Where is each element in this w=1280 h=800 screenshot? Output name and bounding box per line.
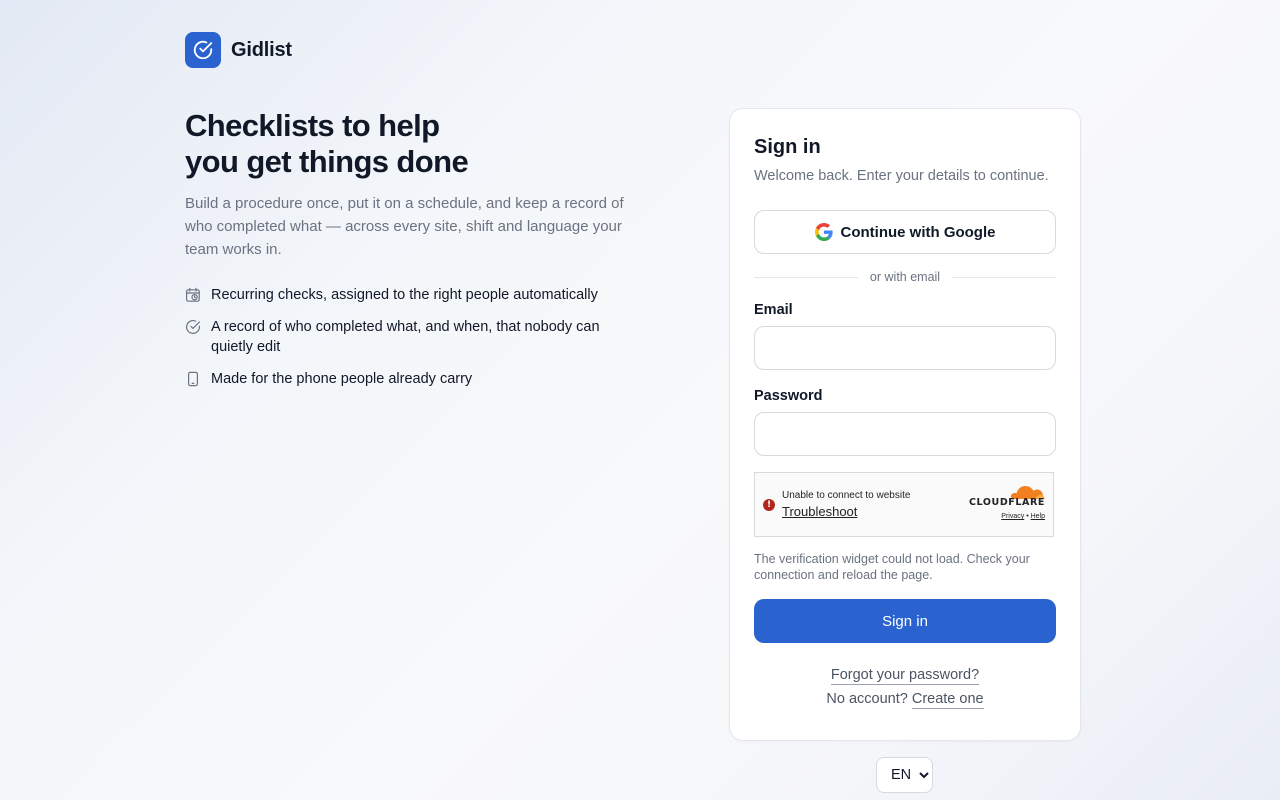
google-signin-label: Continue with Google bbox=[840, 223, 996, 241]
feature-item: Made for the phone people already carry bbox=[185, 369, 645, 389]
hero-title-line2: you get things done bbox=[185, 144, 469, 179]
calendar-clock-icon bbox=[186, 287, 200, 302]
forgot-password-link[interactable]: Forgot your password? bbox=[830, 667, 980, 685]
password-field[interactable] bbox=[754, 412, 1056, 456]
feature-text: Made for the phone people already carry bbox=[211, 371, 473, 387]
feature-item: Recurring checks, assigned to the right … bbox=[185, 285, 645, 305]
email-field[interactable] bbox=[754, 326, 1056, 370]
feature-item: A record of who completed what, and when… bbox=[185, 317, 645, 357]
divider-line bbox=[754, 276, 858, 278]
account-links: Forgot your password? No account? Create… bbox=[754, 667, 1056, 709]
google-signin-button[interactable]: Continue with Google bbox=[754, 210, 1056, 254]
feature-text: A record of who completed what, and when… bbox=[211, 319, 600, 355]
password-label: Password bbox=[754, 388, 823, 404]
create-account-link[interactable]: Create one bbox=[911, 691, 984, 709]
feature-text: Recurring checks, assigned to the right … bbox=[211, 287, 598, 303]
signin-button[interactable]: Sign in bbox=[754, 599, 1056, 643]
error-icon: ! bbox=[763, 498, 775, 511]
captcha-message: Unable to connect to website bbox=[782, 490, 911, 501]
signin-title: Sign in bbox=[754, 136, 821, 158]
hero-title-line1: Checklists to help bbox=[185, 108, 440, 143]
google-icon bbox=[814, 223, 833, 241]
privacy-link[interactable]: Privacy bbox=[1001, 513, 1024, 520]
signin-card: Sign in Welcome back. Enter your details… bbox=[729, 108, 1081, 741]
signup-row: No account? Create one bbox=[754, 691, 1056, 709]
verification-note: The verification widget could not load. … bbox=[754, 552, 1030, 582]
links-separator: • bbox=[1026, 513, 1029, 520]
brand-name: Gidlist bbox=[231, 38, 292, 61]
check-circle-icon bbox=[186, 320, 200, 334]
check-circle-icon bbox=[185, 32, 221, 68]
phone-icon bbox=[187, 371, 199, 387]
email-label: Email bbox=[754, 302, 793, 318]
cloudflare-wordmark: CLOUDFLARE bbox=[968, 497, 1045, 508]
language-select[interactable]: EN bbox=[876, 757, 933, 793]
captcha-widget: ! Unable to connect to website Troublesh… bbox=[754, 472, 1054, 537]
hero-title: Checklists to help you get things done bbox=[185, 108, 645, 180]
cloudflare-branding: CLOUDFLARE Privacy • Help bbox=[969, 483, 1045, 520]
signin-subtitle: Welcome back. Enter your details to cont… bbox=[754, 168, 1049, 184]
feature-list: Recurring checks, assigned to the right … bbox=[185, 285, 645, 389]
hero-lead: Build a procedure once, put it on a sche… bbox=[185, 195, 624, 258]
forgot-row: Forgot your password? bbox=[754, 667, 1056, 685]
divider-text: or with email bbox=[869, 270, 941, 284]
captcha-status: Unable to connect to website Troubleshoo… bbox=[782, 490, 910, 519]
cloudflare-links: Privacy • Help bbox=[1001, 513, 1045, 520]
troubleshoot-link[interactable]: Troubleshoot bbox=[782, 504, 910, 519]
brand[interactable]: Gidlist bbox=[185, 32, 292, 68]
no-account-text: No account? bbox=[826, 691, 908, 707]
divider: or with email bbox=[754, 270, 1057, 284]
hero: Checklists to help you get things done B… bbox=[185, 108, 645, 401]
divider-line bbox=[952, 276, 1057, 278]
help-link[interactable]: Help bbox=[1031, 513, 1045, 520]
